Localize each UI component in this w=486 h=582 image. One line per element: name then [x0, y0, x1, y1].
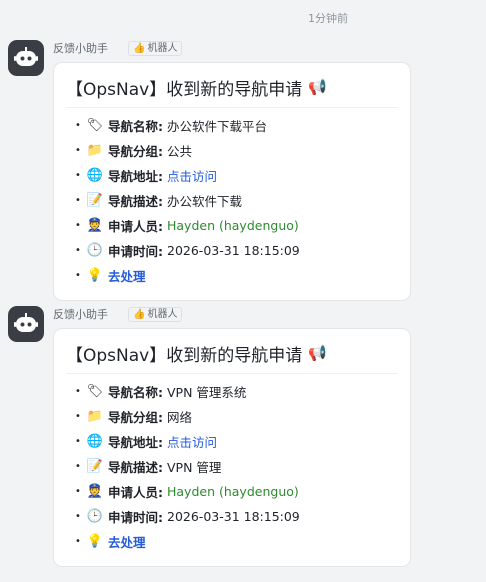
field-label: 导航名称:: [108, 385, 163, 400]
field-value: 办公软件下载平台: [167, 119, 268, 134]
police-officer-icon: 👮: [86, 484, 104, 499]
memo-icon: 📝: [86, 193, 104, 208]
field-label: 申请时间:: [108, 244, 163, 259]
process-link[interactable]: 去处理: [108, 266, 146, 285]
field-applicant: • 👮 申请人员: Hayden (haydenguo): [66, 479, 398, 504]
bullet-icon: •: [75, 120, 81, 131]
bullet-icon: •: [75, 461, 81, 472]
bot-avatar[interactable]: [8, 306, 44, 342]
bullet-icon: •: [75, 511, 81, 522]
field-label: 导航分组:: [108, 410, 163, 425]
field-label: 导航地址:: [108, 169, 163, 184]
field-label: 导航描述:: [108, 460, 163, 475]
process-link[interactable]: 去处理: [108, 532, 146, 551]
bullet-icon: •: [75, 245, 81, 256]
field-value: VPN 管理系统: [167, 385, 247, 400]
lightbulb-icon: 💡: [86, 534, 104, 549]
globe-icon: 🌐: [86, 434, 104, 449]
field-label: 申请人员:: [108, 219, 163, 234]
thumb-icon: 👍: [133, 42, 146, 54]
folder-icon: 📁: [86, 409, 104, 424]
bullet-icon: •: [75, 220, 81, 231]
megaphone-icon: 📢: [308, 344, 327, 362]
clock-icon: 🕒: [86, 243, 104, 258]
robot-icon: [14, 47, 38, 66]
field-applicant: • 👮 申请人员: Hayden (haydenguo): [66, 213, 398, 238]
bullet-icon: •: [75, 270, 81, 281]
megaphone-icon: 📢: [308, 78, 327, 96]
field-label: 申请时间:: [108, 510, 163, 525]
police-officer-icon: 👮: [86, 218, 104, 233]
field-action: • 💡 去处理: [66, 529, 398, 554]
card-title: 【OpsNav】收到新的导航申请 📢: [66, 340, 398, 366]
field-value: 办公软件下载: [167, 194, 243, 209]
field-value: 网络: [167, 410, 193, 425]
visit-link[interactable]: 点击访问: [167, 166, 217, 185]
field-nav-desc: • 📝 导航描述: 办公软件下载: [66, 188, 398, 213]
field-nav-url: • 🌐 导航地址: 点击访问: [66, 163, 398, 188]
applicant-mention[interactable]: Hayden (haydenguo): [167, 484, 299, 499]
clock-icon: 🕒: [86, 509, 104, 524]
bullet-icon: •: [75, 195, 81, 206]
field-nav-group: • 📁 导航分组: 网络: [66, 404, 398, 429]
bullet-icon: •: [75, 170, 81, 181]
globe-icon: 🌐: [86, 168, 104, 183]
field-nav-name: • 🏷 导航名称: VPN 管理系统: [66, 379, 398, 404]
bullet-icon: •: [75, 486, 81, 497]
tag-icon: 🏷: [86, 384, 104, 399]
field-value: 2026-03-31 18:15:09: [167, 509, 300, 524]
bot-tag-label: 机器人: [147, 42, 178, 54]
robot-icon: [14, 313, 38, 332]
visit-link[interactable]: 点击访问: [167, 432, 217, 451]
field-nav-group: • 📁 导航分组: 公共: [66, 138, 398, 163]
field-apply-time: • 🕒 申请时间: 2026-03-31 18:15:09: [66, 238, 398, 263]
sender-name[interactable]: 反馈小助手: [53, 40, 108, 56]
lightbulb-icon: 💡: [86, 268, 104, 283]
message-card: 【OpsNav】收到新的导航申请 📢 • 🏷 导航名称: 办公软件下载平台 • …: [53, 62, 411, 301]
bot-tag: 👍 机器人: [128, 40, 183, 56]
field-label: 导航分组:: [108, 144, 163, 159]
bot-tag: 👍 机器人: [128, 306, 183, 322]
card-title: 【OpsNav】收到新的导航申请 📢: [66, 74, 398, 100]
message-card: 【OpsNav】收到新的导航申请 📢 • 🏷 导航名称: VPN 管理系统 • …: [53, 328, 411, 567]
tag-icon: 🏷: [86, 118, 104, 133]
bullet-icon: •: [75, 411, 81, 422]
field-nav-url: • 🌐 导航地址: 点击访问: [66, 429, 398, 454]
bullet-icon: •: [75, 536, 81, 547]
bullet-icon: •: [75, 386, 81, 397]
field-label: 导航描述:: [108, 194, 163, 209]
divider: [66, 107, 398, 108]
folder-icon: 📁: [86, 143, 104, 158]
bot-tag-label: 机器人: [147, 308, 178, 320]
applicant-mention[interactable]: Hayden (haydenguo): [167, 218, 299, 233]
bot-avatar[interactable]: [8, 40, 44, 76]
field-action: • 💡 去处理: [66, 263, 398, 288]
field-value: VPN 管理: [167, 460, 222, 475]
field-value: 2026-03-31 18:15:09: [167, 243, 300, 258]
sender-name[interactable]: 反馈小助手: [53, 306, 108, 322]
field-apply-time: • 🕒 申请时间: 2026-03-31 18:15:09: [66, 504, 398, 529]
field-label: 导航地址:: [108, 435, 163, 450]
field-label: 申请人员:: [108, 485, 163, 500]
field-label: 导航名称:: [108, 119, 163, 134]
bullet-icon: •: [75, 436, 81, 447]
field-value: 公共: [167, 144, 193, 159]
field-nav-desc: • 📝 导航描述: VPN 管理: [66, 454, 398, 479]
divider: [66, 373, 398, 374]
card-title-text: 【OpsNav】收到新的导航申请: [66, 345, 303, 366]
message-timestamp: 1分钟前: [308, 12, 348, 25]
bullet-icon: •: [75, 145, 81, 156]
thumb-icon: 👍: [133, 308, 146, 320]
field-nav-name: • 🏷 导航名称: 办公软件下载平台: [66, 113, 398, 138]
memo-icon: 📝: [86, 459, 104, 474]
card-title-text: 【OpsNav】收到新的导航申请: [66, 79, 303, 100]
